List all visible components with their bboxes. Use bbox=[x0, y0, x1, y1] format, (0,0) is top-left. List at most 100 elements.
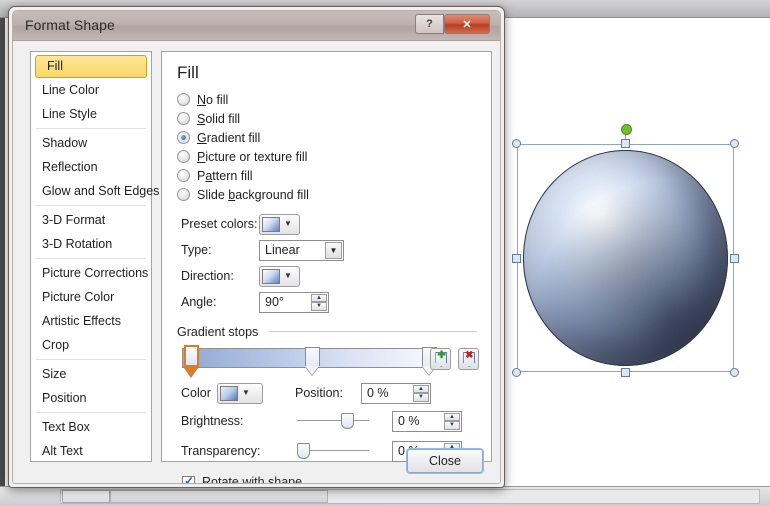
rotation-handle[interactable] bbox=[621, 124, 632, 135]
preset-colors-row: Preset colors: ▼ bbox=[181, 211, 479, 237]
horizontal-scrollbar-thumb[interactable] bbox=[62, 490, 110, 503]
gradient-stops-row: ✚ ✖ bbox=[182, 345, 479, 377]
category-sidebar[interactable]: Fill Line Color Line Style Shadow Reflec… bbox=[30, 51, 159, 463]
brightness-label: Brightness: bbox=[181, 414, 244, 428]
radio-pattern-fill[interactable]: Pattern fill bbox=[177, 166, 479, 185]
stepper-down-icon[interactable]: ▼ bbox=[311, 302, 327, 311]
group-divider bbox=[269, 331, 477, 332]
sidebar-divider bbox=[36, 412, 146, 413]
direction-button[interactable]: ▼ bbox=[259, 265, 300, 287]
sidebar-item-shadow[interactable]: Shadow bbox=[31, 131, 151, 155]
sidebar-item-line-color[interactable]: Line Color bbox=[31, 78, 151, 102]
horizontal-scrollbar-thumb-secondary[interactable] bbox=[110, 490, 328, 503]
sidebar-item-line-style[interactable]: Line Style bbox=[31, 102, 151, 126]
resize-handle-top-left[interactable] bbox=[512, 139, 521, 148]
sidebar-item-text-box[interactable]: Text Box bbox=[31, 415, 151, 439]
stepper-up-icon[interactable]: ▲ bbox=[413, 384, 429, 393]
radio-icon[interactable] bbox=[177, 93, 190, 106]
radio-icon[interactable] bbox=[177, 188, 190, 201]
chevron-down-icon[interactable]: ▼ bbox=[325, 241, 342, 259]
app-bottom-strip bbox=[0, 486, 770, 506]
color-label: Color bbox=[181, 386, 211, 400]
sidebar-item-alt-text[interactable]: Alt Text bbox=[31, 439, 151, 463]
brightness-row: Brightness: 0 % ▲ ▼ bbox=[181, 406, 479, 436]
radio-icon[interactable] bbox=[177, 112, 190, 125]
transparency-label: Transparency: bbox=[181, 444, 261, 458]
radio-icon-selected[interactable] bbox=[177, 131, 190, 144]
sphere-outline bbox=[523, 150, 728, 366]
resize-handle-bottom-left[interactable] bbox=[512, 368, 521, 377]
sidebar-item-glow-and-soft-edges[interactable]: Glow and Soft Edges bbox=[31, 179, 159, 203]
dialog-title: Format Shape bbox=[25, 17, 115, 33]
close-icon[interactable]: ✕ bbox=[444, 14, 490, 34]
radio-no-fill[interactable]: No fill bbox=[177, 90, 479, 109]
stepper-down-icon[interactable]: ▼ bbox=[413, 393, 429, 402]
app-left-edge bbox=[0, 18, 5, 486]
angle-input[interactable]: 90° ▲ ▼ bbox=[259, 291, 329, 313]
stepper-down-icon[interactable]: ▼ bbox=[444, 421, 460, 430]
preset-colors-button[interactable]: ▼ bbox=[259, 213, 300, 235]
help-icon[interactable]: ? bbox=[415, 14, 444, 34]
slider-knob[interactable] bbox=[341, 413, 354, 429]
direction-swatch-icon bbox=[262, 268, 280, 284]
angle-stepper[interactable]: ▲ ▼ bbox=[311, 293, 327, 311]
sidebar-item-position[interactable]: Position bbox=[31, 386, 151, 410]
sidebar-divider bbox=[36, 128, 146, 129]
resize-handle-bottom-center[interactable] bbox=[621, 368, 630, 377]
angle-row: Angle: 90° ▲ ▼ bbox=[181, 289, 479, 315]
stepper-up-icon[interactable]: ▲ bbox=[444, 412, 460, 421]
gradient-stops-legend: Gradient stops bbox=[177, 325, 265, 339]
radio-icon[interactable] bbox=[177, 150, 190, 163]
sidebar-item-reflection[interactable]: Reflection bbox=[31, 155, 151, 179]
color-button[interactable]: ▼ bbox=[217, 382, 263, 404]
brightness-input[interactable]: 0 % ▲ ▼ bbox=[392, 410, 462, 432]
remove-gradient-stop-button[interactable]: ✖ bbox=[458, 348, 479, 370]
color-position-row: Color ▼ Position: 0 % ▲ ▼ bbox=[181, 380, 479, 406]
radio-solid-fill[interactable]: Solid fill bbox=[177, 109, 479, 128]
add-gradient-stop-button[interactable]: ✚ bbox=[430, 348, 452, 370]
sidebar-item-artistic-effects[interactable]: Artistic Effects bbox=[31, 309, 151, 333]
stop-body bbox=[184, 345, 199, 367]
type-select[interactable]: Linear ▼ bbox=[259, 239, 344, 261]
close-button[interactable]: Close bbox=[407, 449, 483, 473]
sidebar-divider bbox=[36, 205, 146, 206]
radio-picture-or-texture-fill[interactable]: Picture or texture fill bbox=[177, 147, 479, 166]
resize-handle-top-right[interactable] bbox=[730, 139, 739, 148]
resize-handle-middle-left[interactable] bbox=[512, 254, 521, 263]
cross-icon: ✖ bbox=[465, 350, 474, 361]
stepper-up-icon[interactable]: ▲ bbox=[311, 293, 327, 302]
resize-handle-top-center[interactable] bbox=[621, 139, 630, 148]
position-input[interactable]: 0 % ▲ ▼ bbox=[361, 382, 431, 404]
sidebar-item-picture-corrections[interactable]: Picture Corrections bbox=[31, 261, 151, 285]
slider-track bbox=[297, 420, 369, 421]
sidebar-item-size[interactable]: Size bbox=[31, 362, 151, 386]
sidebar-item-3d-format[interactable]: 3-D Format bbox=[31, 208, 151, 232]
resize-handle-bottom-right[interactable] bbox=[730, 368, 739, 377]
gradient-stop-1[interactable] bbox=[184, 345, 199, 377]
rotate-with-shape-row[interactable]: Rotate with shape bbox=[182, 474, 479, 483]
radio-icon[interactable] bbox=[177, 169, 190, 182]
brightness-value: 0 % bbox=[398, 414, 420, 428]
sidebar-item-picture-color[interactable]: Picture Color bbox=[31, 285, 151, 309]
sidebar-item-3d-rotation[interactable]: 3-D Rotation bbox=[31, 232, 151, 256]
sidebar-divider bbox=[36, 258, 146, 259]
gradient-stop-2[interactable] bbox=[305, 347, 320, 375]
selected-shape[interactable] bbox=[512, 124, 739, 377]
position-value: 0 % bbox=[367, 386, 389, 400]
transparency-slider[interactable] bbox=[297, 443, 369, 459]
dialog-title-bar[interactable]: Format Shape ? ✕ bbox=[13, 11, 500, 41]
resize-handle-middle-right[interactable] bbox=[730, 254, 739, 263]
format-shape-dialog: Format Shape ? ✕ Fill Line Color Line St… bbox=[8, 6, 505, 488]
stop-body bbox=[305, 347, 320, 366]
position-stepper[interactable]: ▲ ▼ bbox=[413, 384, 429, 402]
brightness-stepper[interactable]: ▲ ▼ bbox=[444, 412, 460, 430]
dialog-body: Fill Line Color Line Style Shadow Reflec… bbox=[13, 42, 500, 483]
gradient-stops-bar[interactable] bbox=[182, 345, 437, 377]
radio-gradient-fill[interactable]: Gradient fill bbox=[177, 128, 479, 147]
checkbox-icon[interactable] bbox=[182, 474, 195, 483]
sidebar-item-fill[interactable]: Fill bbox=[35, 55, 147, 78]
brightness-slider[interactable] bbox=[297, 413, 369, 429]
radio-slide-background-fill[interactable]: Slide background fill bbox=[177, 185, 479, 204]
sidebar-item-crop[interactable]: Crop bbox=[31, 333, 151, 357]
slider-knob[interactable] bbox=[297, 443, 310, 459]
